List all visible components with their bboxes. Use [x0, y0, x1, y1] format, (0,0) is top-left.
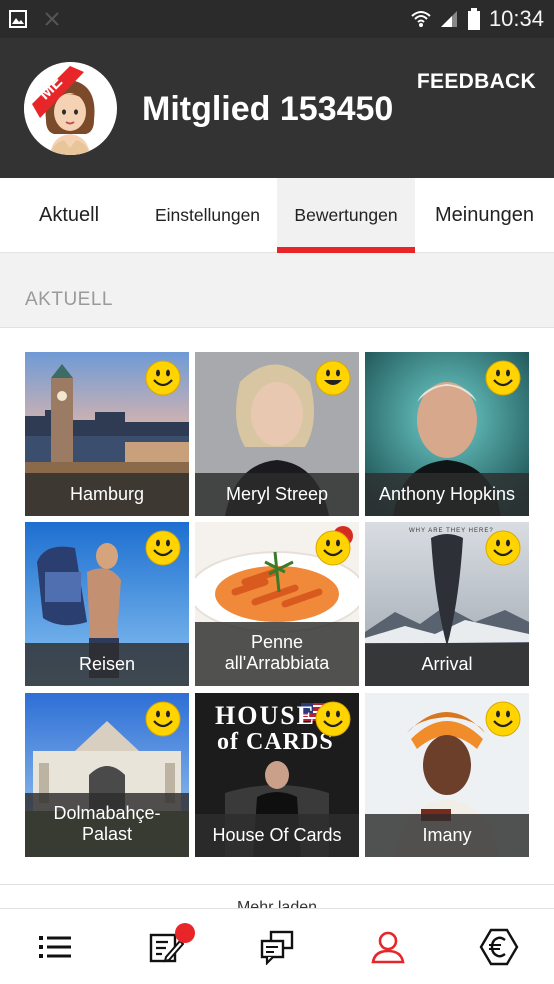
tab-label: Aktuell — [38, 204, 100, 226]
tile-reisen[interactable]: Reisen — [25, 522, 189, 686]
smiley-icon — [485, 530, 521, 566]
tab-bewertungen[interactable]: Bewertungen — [277, 178, 415, 253]
smiley-icon — [485, 701, 521, 737]
list-icon — [39, 936, 71, 958]
tab-bar: Aktuell Einstellungen Bewertungen Meinun… — [0, 178, 554, 253]
notification-badge — [175, 923, 195, 943]
tile-hamburg[interactable]: Hamburg — [25, 352, 189, 516]
tile-penne-arrabbiata[interactable]: Penne all'Arrabbiata — [195, 522, 359, 686]
avatar[interactable]: ME — [24, 62, 117, 155]
nav-rewards[interactable] — [444, 909, 554, 984]
smiley-icon — [485, 360, 521, 396]
smiley-icon — [145, 530, 181, 566]
smiley-icon — [315, 530, 351, 566]
tab-label: Meinungen — [435, 204, 534, 226]
smiley-icon — [145, 701, 181, 737]
status-bar: 10:34 — [0, 0, 554, 38]
image-icon — [9, 10, 27, 28]
tile-dolmabahce-palast[interactable]: Dolmabahçe-Palast — [25, 693, 189, 857]
tile-house-of-cards[interactable]: HOUSE of CARDS House Of Cards — [195, 693, 359, 857]
tile-meryl-streep[interactable]: Meryl Streep — [195, 352, 359, 516]
tile-anthony-hopkins[interactable]: Anthony Hopkins — [365, 352, 529, 516]
smiley-icon — [315, 360, 351, 396]
tile-label: Anthony Hopkins — [365, 473, 529, 516]
avatar-illustration — [24, 62, 116, 155]
section-header: AKTUELL — [0, 253, 554, 328]
tab-aktuell[interactable]: Aktuell — [0, 178, 138, 253]
tile-label: Dolmabahçe-Palast — [25, 793, 189, 857]
smiley-icon — [315, 701, 351, 737]
smiley-icon — [145, 360, 181, 396]
clock: 10:34 — [488, 6, 544, 31]
chat-icon — [260, 930, 294, 965]
bottom-navigation — [0, 908, 554, 984]
tile-label: House Of Cards — [195, 814, 359, 857]
tab-einstellungen[interactable]: Einstellungen — [138, 178, 277, 253]
section-title: AKTUELL — [25, 289, 113, 310]
tile-arrival[interactable]: WHY ARE THEY HERE? Arrival — [365, 522, 529, 686]
close-icon — [45, 12, 59, 26]
house-of-cards-logo-line1: HOUSE — [215, 701, 317, 730]
tile-label: Penne all'Arrabbiata — [195, 622, 359, 686]
nav-messages[interactable] — [222, 909, 332, 984]
rating-grid: Hamburg Meryl Streep Anthony Hopkins Rei… — [0, 328, 554, 884]
signal-icon — [440, 11, 457, 27]
tile-label: Hamburg — [25, 473, 189, 516]
tile-label: Arrival — [365, 643, 529, 686]
member-name: Mitglied 153450 — [142, 90, 394, 128]
tile-label: Reisen — [25, 643, 189, 686]
feedback-button[interactable]: FEEDBACK — [417, 70, 536, 94]
tile-label: Meryl Streep — [195, 473, 359, 516]
tab-label: Einstellungen — [154, 205, 261, 225]
tab-meinungen[interactable]: Meinungen — [415, 178, 554, 253]
profile-header: ME Mitglied 153450 FEEDBACK — [0, 38, 554, 178]
profile-icon — [371, 931, 405, 964]
euro-icon — [479, 928, 519, 966]
nav-profile[interactable] — [333, 909, 443, 984]
nav-notes[interactable] — [111, 909, 221, 984]
battery-icon — [467, 8, 480, 30]
wifi-icon — [411, 11, 431, 27]
arrival-tagline: WHY ARE THEY HERE? — [409, 528, 494, 534]
tab-label: Bewertungen — [294, 205, 398, 225]
tile-label: Imany — [365, 814, 529, 857]
nav-list[interactable] — [0, 909, 110, 984]
tile-imany[interactable]: Imany — [365, 693, 529, 857]
